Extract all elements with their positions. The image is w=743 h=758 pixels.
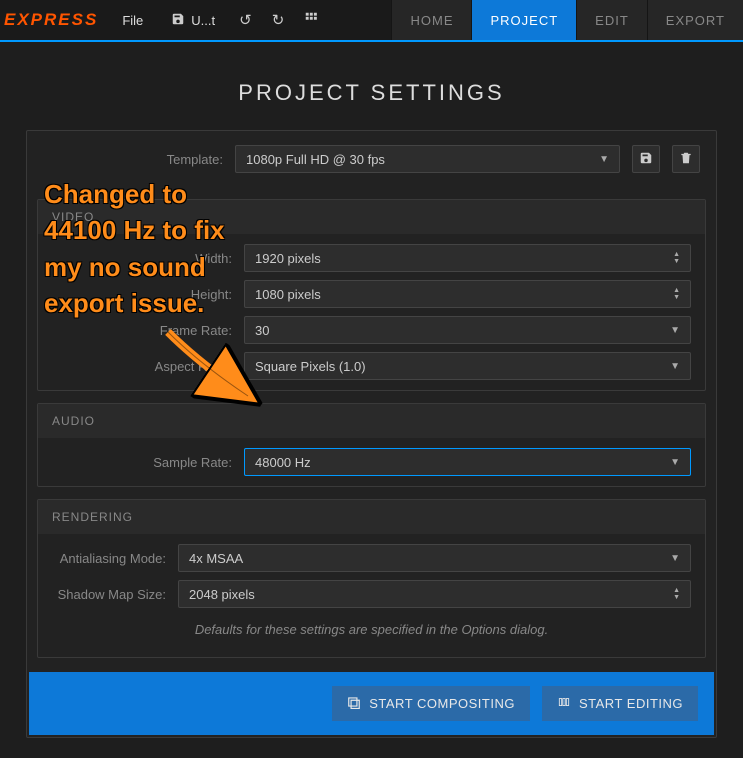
sample-rate-select[interactable]: 48000 Hz ▼ xyxy=(244,448,691,476)
chevron-down-icon: ▼ xyxy=(670,325,680,336)
tab-home-label: HOME xyxy=(410,13,453,28)
width-value: 1920 pixels xyxy=(255,251,321,266)
spinner-icon[interactable]: ▲▼ xyxy=(673,287,680,301)
video-header: VIDEO xyxy=(38,200,705,234)
chevron-down-icon: ▼ xyxy=(670,457,680,468)
framerate-label: Frame Rate: xyxy=(52,323,232,338)
delete-template-button[interactable] xyxy=(672,145,700,173)
grid-icon xyxy=(304,12,318,29)
tab-project[interactable]: PROJECT xyxy=(471,0,576,40)
redo-button[interactable]: ↻ xyxy=(266,7,291,33)
redo-icon: ↻ xyxy=(272,12,285,29)
spinner-icon[interactable]: ▲▼ xyxy=(673,251,680,265)
height-value: 1080 pixels xyxy=(255,287,321,302)
sample-rate-label: Sample Rate: xyxy=(52,455,232,470)
grid-button[interactable] xyxy=(298,7,324,33)
tab-edit-label: EDIT xyxy=(595,13,629,28)
save-menu-label: U...t xyxy=(191,13,215,28)
footer-actions: START COMPOSITING START EDITING xyxy=(29,672,714,735)
tab-home[interactable]: HOME xyxy=(391,0,471,40)
template-select[interactable]: 1080p Full HD @ 30 fps ▼ xyxy=(235,145,620,173)
aa-label: Antialiasing Mode: xyxy=(52,551,166,566)
rendering-header: RENDERING xyxy=(38,500,705,534)
top-menu-bar: EXPRESS File U...t ↺ ↻ HOME PROJECT EDIT… xyxy=(0,0,743,42)
rendering-hint: Defaults for these settings are specifie… xyxy=(52,616,691,647)
aa-value: 4x MSAA xyxy=(189,551,243,566)
editing-icon xyxy=(557,695,571,712)
audio-header: AUDIO xyxy=(38,404,705,438)
save-template-button[interactable] xyxy=(632,145,660,173)
framerate-select[interactable]: 30 ▼ xyxy=(244,316,691,344)
chevron-down-icon: ▼ xyxy=(670,361,680,372)
width-label: Width: xyxy=(52,251,232,266)
spinner-icon[interactable]: ▲▼ xyxy=(673,587,680,601)
page-title: PROJECT SETTINGS xyxy=(26,80,717,106)
height-input[interactable]: 1080 pixels ▲▼ xyxy=(244,280,691,308)
template-value: 1080p Full HD @ 30 fps xyxy=(246,152,385,167)
tab-edit[interactable]: EDIT xyxy=(576,0,647,40)
start-editing-label: START EDITING xyxy=(579,696,683,711)
sample-rate-value: 48000 Hz xyxy=(255,455,311,470)
shadow-value: 2048 pixels xyxy=(189,587,255,602)
aspect-value: Square Pixels (1.0) xyxy=(255,359,366,374)
chevron-down-icon: ▼ xyxy=(670,553,680,564)
file-menu[interactable]: File xyxy=(112,7,153,34)
audio-section: AUDIO Sample Rate: 48000 Hz ▼ xyxy=(37,403,706,487)
shadow-label: Shadow Map Size: xyxy=(52,587,166,602)
rendering-section: RENDERING Antialiasing Mode: 4x MSAA ▼ S… xyxy=(37,499,706,658)
height-label: Height: xyxy=(52,287,232,302)
start-editing-button[interactable]: START EDITING xyxy=(542,686,698,721)
tab-project-label: PROJECT xyxy=(490,13,558,28)
undo-icon: ↺ xyxy=(239,12,252,29)
tab-export-label: EXPORT xyxy=(666,13,725,28)
width-input[interactable]: 1920 pixels ▲▼ xyxy=(244,244,691,272)
aa-select[interactable]: 4x MSAA ▼ xyxy=(178,544,691,572)
app-logo: EXPRESS xyxy=(4,10,104,30)
save-menu[interactable]: U...t xyxy=(161,6,225,35)
shadow-input[interactable]: 2048 pixels ▲▼ xyxy=(178,580,691,608)
framerate-value: 30 xyxy=(255,323,269,338)
settings-panel: Template: 1080p Full HD @ 30 fps ▼ VIDEO xyxy=(26,130,717,738)
video-section: VIDEO Width: 1920 pixels ▲▼ Height: 1080… xyxy=(37,199,706,391)
template-label: Template: xyxy=(43,152,223,167)
chevron-down-icon: ▼ xyxy=(599,154,609,165)
save-icon xyxy=(639,151,653,168)
aspect-select[interactable]: Square Pixels (1.0) ▼ xyxy=(244,352,691,380)
compositing-icon xyxy=(347,695,361,712)
trash-icon xyxy=(679,151,693,168)
start-compositing-label: START COMPOSITING xyxy=(369,696,515,711)
undo-button[interactable]: ↺ xyxy=(233,7,258,33)
file-menu-label: File xyxy=(122,13,143,28)
save-icon xyxy=(171,12,185,29)
aspect-label: Aspect Ratio: xyxy=(52,359,232,374)
tab-export[interactable]: EXPORT xyxy=(647,0,743,40)
start-compositing-button[interactable]: START COMPOSITING xyxy=(332,686,530,721)
